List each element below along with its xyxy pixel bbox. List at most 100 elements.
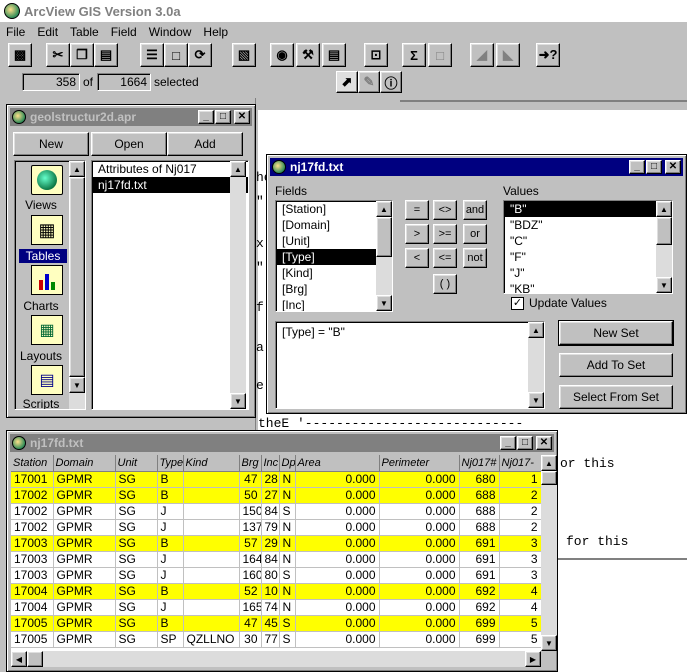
scroll-up-arrow[interactable]: ▲ <box>528 322 544 338</box>
column-header[interactable]: Domain <box>53 455 116 472</box>
scroll-down-arrow[interactable]: ▼ <box>656 277 672 293</box>
sort-descending-icon[interactable]: ◣ <box>496 43 520 67</box>
cut-icon[interactable]: ✂ <box>46 43 70 67</box>
table-row[interactable]: 17003 GPMR SG J 160 80 S 0.000 0.000 691 3 <box>11 567 541 584</box>
column-header[interactable]: Type <box>157 455 184 472</box>
column-header[interactable]: Nj017- <box>499 455 541 472</box>
operator-less-button[interactable]: < <box>405 248 429 268</box>
tables-icon[interactable]: ▦ <box>31 215 63 245</box>
close-button[interactable]: ✕ <box>234 110 250 124</box>
field-item[interactable]: [Brg] <box>276 281 392 297</box>
operator-not-equals-button[interactable]: <> <box>433 200 457 220</box>
menu-field[interactable]: Field <box>111 25 137 39</box>
help-cursor-icon[interactable]: ➜? <box>536 43 560 67</box>
scroll-up-arrow[interactable]: ▲ <box>376 201 392 217</box>
operator-parentheses-button[interactable]: ( ) <box>433 274 457 294</box>
select-from-set-button[interactable]: Select From Set <box>559 385 673 409</box>
expression-scrollbar[interactable]: ▲ ▼ <box>528 322 544 408</box>
scroll-down-arrow[interactable]: ▼ <box>541 635 557 651</box>
column-header[interactable]: Station <box>11 455 54 472</box>
menu-help[interactable]: Help <box>203 25 228 39</box>
table-row[interactable]: 17002 GPMR SG B 50 27 N 0.000 0.000 688 2 <box>11 487 541 504</box>
field-item[interactable]: [Domain] <box>276 217 392 233</box>
scroll-thumb[interactable] <box>656 217 672 245</box>
open-button[interactable]: Open <box>91 132 167 156</box>
column-header[interactable]: Kind <box>183 455 240 472</box>
field-item[interactable]: [Kind] <box>276 265 392 281</box>
maximize-button[interactable]: □ <box>517 436 533 450</box>
menu-window[interactable]: Window <box>149 25 192 39</box>
field-item[interactable]: [Inc] <box>276 297 392 311</box>
save-icon[interactable]: ▩ <box>8 43 32 67</box>
add-button[interactable]: Add <box>167 132 243 156</box>
copy-icon[interactable]: ❐ <box>70 43 94 67</box>
sort-ascending-icon[interactable]: ◢ <box>470 43 494 67</box>
horizontal-scroll-thumb[interactable] <box>27 651 43 667</box>
scroll-left-arrow[interactable]: ◀ <box>11 651 27 667</box>
category-views[interactable]: Views <box>15 198 67 212</box>
chart-icon[interactable]: ▧ <box>232 43 256 67</box>
minimize-button[interactable]: _ <box>500 436 516 450</box>
new-button[interactable]: New <box>13 132 89 156</box>
scroll-down-arrow[interactable]: ▼ <box>230 393 246 409</box>
column-header[interactable]: Unit <box>115 455 158 472</box>
scroll-thumb[interactable] <box>376 217 392 257</box>
project-item-selected[interactable]: nj17fd.txt <box>92 177 248 193</box>
menu-table[interactable]: Table <box>70 25 99 39</box>
operator-equals-button[interactable]: = <box>405 200 429 220</box>
table-row[interactable]: 17003 GPMR SG B 57 29 N 0.000 0.000 691 3 <box>11 535 541 552</box>
value-item[interactable]: "BDZ" <box>504 217 672 233</box>
operator-and-button[interactable]: and <box>463 200 487 220</box>
expression-box[interactable]: [Type] = "B" ▲ ▼ <box>275 321 545 409</box>
fields-scrollbar[interactable]: ▲ ▼ <box>376 201 392 311</box>
menu-edit[interactable]: Edit <box>37 25 58 39</box>
column-header[interactable]: Inc <box>261 455 280 472</box>
new-set-button[interactable]: New Set <box>558 320 674 346</box>
table-row[interactable]: 17002 GPMR SG J 137 79 N 0.000 0.000 688 2 <box>11 519 541 536</box>
project-item[interactable]: Attributes of Nj017 <box>92 161 248 177</box>
value-item-selected[interactable]: "B" <box>504 201 672 217</box>
doc-type-scrollbar[interactable]: ▲ ▼ <box>69 161 85 409</box>
operator-or-button[interactable]: or <box>463 224 487 244</box>
items-scrollbar[interactable]: ▲ ▼ <box>230 161 246 409</box>
update-values-checkbox[interactable]: ✓ <box>511 297 524 310</box>
calculate-icon[interactable]: ⊡ <box>364 43 388 67</box>
table-row[interactable]: 17003 GPMR SG J 164 84 N 0.000 0.000 691 3 <box>11 551 541 568</box>
table-row[interactable]: 17005 GPMR SG B 47 45 S 0.000 0.000 699 5 <box>11 615 541 632</box>
scroll-right-arrow[interactable]: ▶ <box>525 651 541 667</box>
table-row[interactable]: 17004 GPMR SG J 165 74 N 0.000 0.000 692 4 <box>11 599 541 616</box>
operator-not-button[interactable]: not <box>463 248 487 268</box>
add-to-set-button[interactable]: Add To Set <box>559 353 673 377</box>
column-header[interactable]: Area <box>295 455 380 472</box>
scroll-down-arrow[interactable]: ▼ <box>376 295 392 311</box>
category-tables[interactable]: Tables <box>19 249 67 263</box>
switch-selection-icon[interactable]: ⟳ <box>188 43 212 67</box>
maximize-button[interactable]: □ <box>646 160 662 174</box>
scripts-icon[interactable]: ▤ <box>31 365 63 395</box>
minimize-button[interactable]: _ <box>198 110 214 124</box>
column-header[interactable]: Nj017# <box>459 455 500 472</box>
value-item[interactable]: "KB" <box>504 281 672 293</box>
find-icon[interactable]: ◉ <box>270 43 294 67</box>
paste-icon[interactable]: ▤ <box>94 43 118 67</box>
values-scrollbar[interactable]: ▲ ▼ <box>656 201 672 293</box>
table-vertical-scrollbar[interactable]: ▲ ▼ <box>541 455 557 651</box>
operator-greater-button[interactable]: > <box>405 224 429 244</box>
column-header[interactable]: Brg <box>239 455 262 472</box>
table-row[interactable]: 17002 GPMR SG J 150 84 S 0.000 0.000 688 2 <box>11 503 541 520</box>
select-none-icon[interactable]: □ <box>164 43 188 67</box>
statistics-icon[interactable]: □ <box>428 43 452 67</box>
views-icon[interactable] <box>31 165 63 195</box>
layouts-icon[interactable]: ▦ <box>31 315 63 345</box>
value-item[interactable]: "C" <box>504 233 672 249</box>
scroll-up-arrow[interactable]: ▲ <box>230 161 246 177</box>
value-item[interactable]: "J" <box>504 265 672 281</box>
maximize-button[interactable]: □ <box>215 110 231 124</box>
close-button[interactable]: ✕ <box>536 436 552 450</box>
select-all-icon[interactable]: ☰ <box>140 43 164 67</box>
menu-file[interactable]: File <box>6 25 25 39</box>
scroll-down-arrow[interactable]: ▼ <box>69 377 85 393</box>
scroll-down-arrow[interactable]: ▼ <box>528 392 544 408</box>
promote-icon[interactable]: ▤ <box>322 43 346 67</box>
scroll-up-arrow[interactable]: ▲ <box>541 455 557 471</box>
